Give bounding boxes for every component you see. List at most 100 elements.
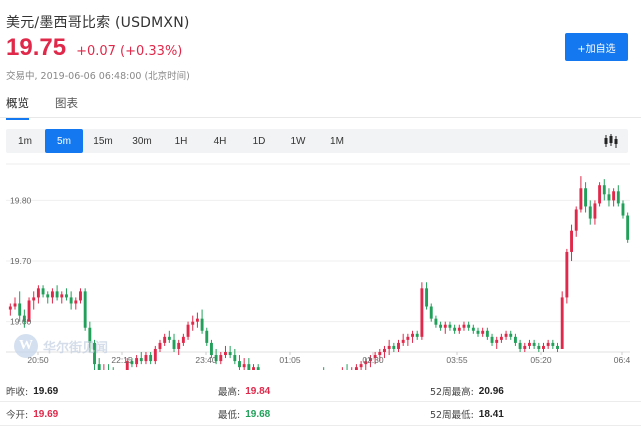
candle-body <box>415 333 419 337</box>
candle-body <box>467 324 471 328</box>
candle <box>32 291 36 310</box>
candle <box>401 333 405 346</box>
candle <box>434 315 438 328</box>
candle <box>233 348 237 365</box>
candle-body <box>167 336 171 340</box>
period-4h[interactable]: 4H <box>201 129 239 153</box>
stat-high: 最高: 19.84 <box>218 384 271 399</box>
candle <box>224 345 227 359</box>
period-30m[interactable]: 30m <box>123 129 161 153</box>
candle-body <box>598 185 602 204</box>
add-to-watchlist-button[interactable]: +加自选 <box>565 33 628 61</box>
candlestick-chart-icon[interactable] <box>600 133 622 149</box>
candle-body <box>425 288 429 307</box>
candle-body <box>200 318 204 331</box>
candle-body <box>238 361 241 368</box>
period-1mo[interactable]: 1M <box>318 129 356 153</box>
x-tick-label: 22:15 <box>111 355 133 365</box>
candle <box>425 282 429 310</box>
candle-body <box>439 324 443 328</box>
candle-body <box>523 345 527 349</box>
candle-body <box>387 345 391 349</box>
period-1d[interactable]: 1D <box>240 129 278 153</box>
candle <box>546 339 550 349</box>
candle-body <box>411 333 414 337</box>
candle <box>406 333 410 346</box>
period-5m[interactable]: 5m <box>45 129 83 153</box>
candle-body <box>177 342 181 349</box>
candle-body <box>149 355 153 362</box>
candle <box>200 309 204 334</box>
candle <box>462 321 466 331</box>
candle <box>560 291 564 349</box>
candle <box>247 358 251 370</box>
candle <box>429 303 433 322</box>
candle <box>65 288 68 301</box>
quote-row: 19.75 +0.07 (+0.33%) <box>6 34 182 62</box>
candle <box>574 206 578 237</box>
candle-body <box>588 206 592 219</box>
candle <box>256 364 260 370</box>
candle-body <box>191 321 195 325</box>
candle-body <box>97 364 101 370</box>
candle <box>238 355 241 370</box>
candle-body <box>46 294 50 298</box>
period-1h[interactable]: 1H <box>162 129 200 153</box>
candle <box>205 327 209 346</box>
candle <box>46 291 50 304</box>
candle-body <box>476 330 480 334</box>
stat-label: 最高: <box>218 387 241 398</box>
candle-body <box>429 306 433 319</box>
candle <box>153 345 157 365</box>
candle-body <box>499 336 503 340</box>
candle <box>528 339 531 349</box>
period-1w[interactable]: 1W <box>279 129 317 153</box>
candle <box>219 352 223 365</box>
candle <box>186 321 190 340</box>
candle <box>532 339 536 349</box>
candle-body <box>219 355 223 362</box>
period-15m[interactable]: 15m <box>84 129 122 153</box>
candle-body <box>485 330 489 337</box>
candle-body <box>626 215 630 240</box>
candle-body <box>158 342 162 349</box>
candle-body <box>556 345 559 349</box>
tabs-divider <box>0 117 641 118</box>
row-divider <box>0 425 641 426</box>
candle-body <box>256 367 260 370</box>
candle <box>598 182 602 207</box>
candle <box>411 330 414 343</box>
stat-52w-high: 52周最高: 20.96 <box>430 384 504 399</box>
candle <box>167 330 171 343</box>
candle-body <box>195 318 199 322</box>
candle-body <box>546 342 550 346</box>
stats-row: 昨收: 19.69 最高: 19.84 52周最高: 20.96 <box>0 380 641 402</box>
period-1m[interactable]: 1m <box>6 129 44 153</box>
candle <box>471 324 475 334</box>
stat-value: 19.84 <box>245 385 271 397</box>
candle-body <box>448 324 452 328</box>
candle <box>485 327 489 340</box>
candle <box>551 339 555 349</box>
candle <box>41 285 45 298</box>
candle-body <box>584 188 588 207</box>
candle-body <box>513 336 517 343</box>
stat-value: 19.69 <box>33 408 59 420</box>
candle <box>523 342 527 352</box>
candle-body <box>209 342 213 356</box>
x-tick-label: 05:20 <box>530 355 552 365</box>
y-tick-label: 19.80 <box>10 195 32 205</box>
candle-body <box>551 342 555 346</box>
candle <box>504 330 508 340</box>
stat-value: 19.68 <box>245 408 271 420</box>
stat-low: 最低: 19.68 <box>218 407 271 422</box>
candle <box>354 364 358 370</box>
candle <box>495 336 499 349</box>
candle-body <box>457 327 461 331</box>
candle <box>420 282 424 340</box>
candle-body <box>602 185 606 195</box>
candle <box>476 327 480 337</box>
y-tick-label: 19.70 <box>10 256 32 266</box>
candle-body <box>247 364 251 370</box>
candle-body <box>354 367 358 370</box>
